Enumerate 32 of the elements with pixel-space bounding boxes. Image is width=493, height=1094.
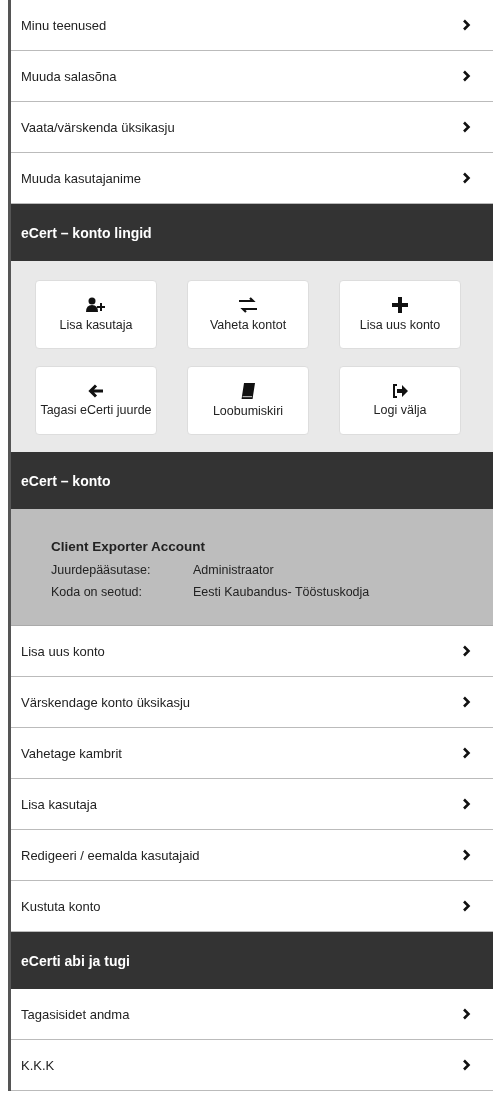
action-button[interactable]: Vaheta kontot (187, 280, 309, 349)
arrow-left-icon (88, 383, 104, 398)
field-label: Juurdepääsutase: (51, 563, 152, 577)
chevron-right-icon (462, 70, 471, 82)
field-value: Eesti Kaubandus- Tööstuskodja (193, 585, 370, 599)
action-button[interactable]: Tagasi eCerti juurde (35, 366, 157, 435)
field-value: Administraator (193, 563, 274, 577)
chevron-right-icon (462, 798, 471, 810)
chevron-right-icon (462, 696, 471, 708)
action-button[interactable]: Lisa kasutaja (35, 280, 157, 349)
chevron-right-icon (462, 849, 471, 861)
chevron-right-icon (462, 121, 471, 133)
chevron-right-icon (462, 19, 471, 31)
chevron-right-icon (462, 1059, 471, 1071)
chevron-right-icon (462, 747, 471, 759)
swap-arrows-icon (238, 296, 258, 313)
sign-out-icon (392, 383, 408, 398)
section-header: eCert – konto lingid (11, 204, 493, 261)
book-icon (241, 382, 255, 399)
chevron-right-icon (462, 645, 471, 657)
action-button[interactable]: Lisa uus konto (339, 280, 461, 349)
field-label: Koda on seotud: (51, 585, 144, 599)
action-button[interactable]: Logi välja (339, 366, 461, 435)
chevron-right-icon (462, 172, 471, 184)
section-header: eCerti abi ja tugi (11, 932, 493, 989)
chevron-right-icon (462, 900, 471, 912)
user-plus-icon (86, 296, 106, 313)
section-header: eCert – konto (11, 452, 493, 509)
plus-icon (392, 296, 408, 313)
action-button[interactable]: Loobumiskiri (187, 366, 309, 435)
chevron-right-icon (462, 1008, 471, 1020)
account-name: Client Exporter Account (51, 539, 207, 554)
